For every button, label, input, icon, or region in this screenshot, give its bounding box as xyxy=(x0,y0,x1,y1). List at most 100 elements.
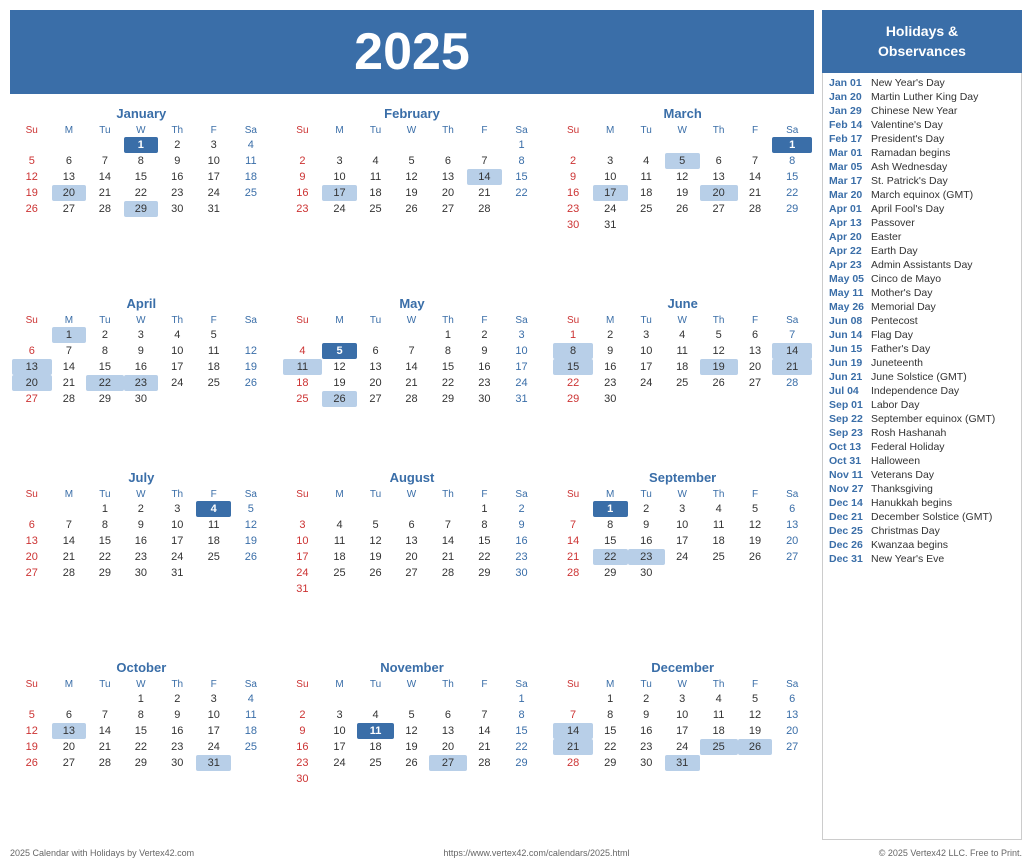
day-header-Th: Th xyxy=(158,678,196,691)
day-cell: 8 xyxy=(593,707,628,723)
footer-center: https://www.vertex42.com/calendars/2025.… xyxy=(443,848,629,858)
holiday-name: Labor Day xyxy=(871,399,919,411)
day-cell: 20 xyxy=(12,375,52,391)
day-header-Th: Th xyxy=(158,488,196,501)
holiday-item: Apr 01April Fool's Day xyxy=(829,203,1015,215)
day-cell: 29 xyxy=(772,201,812,217)
day-cell: 3 xyxy=(158,501,196,517)
day-header-F: F xyxy=(738,678,773,691)
day-header-M: M xyxy=(593,678,628,691)
day-cell: 16 xyxy=(628,533,665,549)
day-cell: 11 xyxy=(283,359,323,375)
holiday-date: May 05 xyxy=(829,273,867,285)
holiday-name: Independence Day xyxy=(871,385,959,397)
holiday-date: May 26 xyxy=(829,301,867,313)
day-cell: 6 xyxy=(700,153,738,169)
month-title-4: May xyxy=(283,296,542,311)
day-cell: 29 xyxy=(86,391,123,407)
day-cell: 25 xyxy=(665,375,700,391)
day-cell: 19 xyxy=(231,359,271,375)
months-grid: JanuarySuMTuWThFSa1234567891011121314151… xyxy=(10,104,814,840)
day-cell: 4 xyxy=(700,501,738,517)
day-cell: 16 xyxy=(124,359,159,375)
day-cell xyxy=(231,327,271,343)
day-header-M: M xyxy=(52,678,87,691)
day-cell: 8 xyxy=(502,707,542,723)
day-cell: 7 xyxy=(394,343,429,359)
day-header-M: M xyxy=(322,124,357,137)
day-cell xyxy=(772,391,812,407)
day-cell: 6 xyxy=(772,501,812,517)
day-cell: 4 xyxy=(665,327,700,343)
day-cell: 11 xyxy=(357,723,394,739)
day-cell: 16 xyxy=(283,739,323,755)
day-cell: 31 xyxy=(502,391,542,407)
day-cell: 13 xyxy=(772,707,812,723)
day-cell: 13 xyxy=(52,723,87,739)
day-cell xyxy=(357,327,394,343)
day-cell: 22 xyxy=(86,549,123,565)
day-cell: 23 xyxy=(158,185,196,201)
day-cell: 8 xyxy=(86,343,123,359)
footer-left: 2025 Calendar with Holidays by Vertex42.… xyxy=(10,848,194,858)
day-cell: 7 xyxy=(553,517,593,533)
footer-right: © 2025 Vertex42 LLC. Free to Print. xyxy=(879,848,1022,858)
day-cell: 3 xyxy=(665,501,700,517)
cal-table-8: SuMTuWThFSa12345678910111213141516171819… xyxy=(553,488,812,581)
day-cell xyxy=(700,391,738,407)
day-cell: 21 xyxy=(52,375,87,391)
day-cell: 14 xyxy=(429,533,467,549)
day-cell: 21 xyxy=(553,739,593,755)
day-cell: 2 xyxy=(553,153,593,169)
holiday-date: Jan 20 xyxy=(829,91,867,103)
day-cell: 21 xyxy=(553,549,593,565)
day-cell: 1 xyxy=(593,691,628,707)
day-cell xyxy=(231,565,271,581)
day-cell xyxy=(231,201,271,217)
cal-table-2: SuMTuWThFSa12345678910111213141516171819… xyxy=(553,124,812,233)
day-cell: 29 xyxy=(502,755,542,771)
day-cell: 26 xyxy=(738,549,773,565)
day-cell: 13 xyxy=(738,343,773,359)
day-cell: 17 xyxy=(322,185,357,201)
holiday-date: Dec 31 xyxy=(829,553,867,565)
day-header-Tu: Tu xyxy=(86,488,123,501)
holiday-item: Dec 31New Year's Eve xyxy=(829,553,1015,565)
day-cell: 13 xyxy=(772,517,812,533)
day-cell: 27 xyxy=(772,549,812,565)
day-header-W: W xyxy=(394,314,429,327)
day-header-Tu: Tu xyxy=(86,678,123,691)
footer: 2025 Calendar with Holidays by Vertex42.… xyxy=(10,848,1022,858)
day-cell: 21 xyxy=(738,185,773,201)
day-cell: 13 xyxy=(429,169,467,185)
day-cell: 31 xyxy=(665,755,700,771)
day-cell: 10 xyxy=(628,343,665,359)
day-cell: 4 xyxy=(628,153,665,169)
day-cell: 26 xyxy=(665,201,700,217)
day-cell: 23 xyxy=(158,739,196,755)
holiday-item: May 05Cinco de Mayo xyxy=(829,273,1015,285)
day-cell: 16 xyxy=(158,169,196,185)
holiday-name: Thanksgiving xyxy=(871,483,933,495)
day-cell: 26 xyxy=(231,549,271,565)
holiday-item: Dec 21December Solstice (GMT) xyxy=(829,511,1015,523)
day-cell xyxy=(628,137,665,153)
day-cell: 26 xyxy=(12,201,52,217)
sidebar: Holidays &Observances Jan 01New Year's D… xyxy=(822,10,1022,840)
day-cell: 28 xyxy=(429,565,467,581)
day-header-M: M xyxy=(593,314,628,327)
day-cell: 30 xyxy=(158,755,196,771)
day-cell: 9 xyxy=(628,517,665,533)
day-cell: 4 xyxy=(158,327,196,343)
day-cell: 28 xyxy=(772,375,812,391)
cal-table-0: SuMTuWThFSa12345678910111213141516171819… xyxy=(12,124,271,217)
day-cell: 27 xyxy=(700,201,738,217)
day-cell: 22 xyxy=(593,739,628,755)
day-cell xyxy=(628,217,665,233)
holiday-item: Jun 08Pentecost xyxy=(829,315,1015,327)
day-cell: 25 xyxy=(196,375,231,391)
day-cell xyxy=(283,501,323,517)
day-cell: 20 xyxy=(52,739,87,755)
day-cell: 5 xyxy=(738,501,773,517)
day-cell: 26 xyxy=(322,391,357,407)
